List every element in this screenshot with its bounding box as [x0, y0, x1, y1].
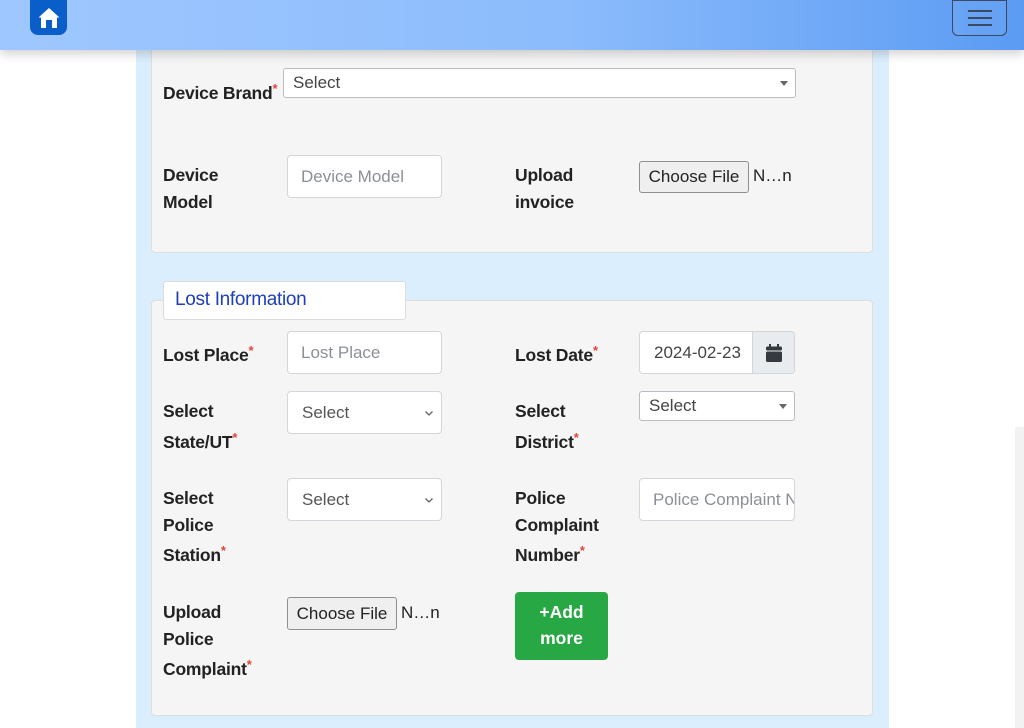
lost-place-label: Lost Place*	[163, 343, 254, 365]
device-model-label: Device Model	[163, 165, 219, 212]
district-select-value: Select	[649, 396, 697, 415]
dropdown-caret-icon	[779, 404, 787, 409]
police-complaint-number-label: Police Complaint Number*	[515, 488, 599, 565]
state-select-value: Select	[302, 402, 350, 422]
upload-invoice-choose-file-button[interactable]: Choose File	[639, 161, 749, 193]
select-police-station-label: Select Police Station*	[163, 488, 226, 565]
home-icon	[38, 7, 59, 28]
calendar-icon	[766, 343, 782, 362]
device-brand-select-value: Select	[293, 73, 341, 92]
lost-date-label: Lost Date*	[515, 343, 598, 365]
lost-place-input[interactable]: Lost Place	[287, 331, 442, 374]
district-select[interactable]: Select	[639, 391, 795, 421]
add-more-button[interactable]: +Add more	[515, 592, 608, 660]
upload-invoice-label: Upload invoice	[515, 165, 574, 212]
police-complaint-number-input[interactable]: Police Complaint Number	[639, 478, 795, 521]
lost-information-legend: Lost Information	[163, 281, 406, 320]
upload-invoice-file-name: N…n	[753, 166, 792, 185]
chevron-down-icon	[425, 497, 433, 503]
upload-police-complaint-file-name: N…n	[401, 603, 440, 622]
chevron-down-icon	[425, 410, 433, 416]
home-button[interactable]	[30, 0, 67, 35]
device-brand-select[interactable]: Select	[283, 68, 796, 98]
police-station-select-value: Select	[302, 489, 350, 509]
upload-police-complaint-choose-file-button[interactable]: Choose File	[287, 597, 397, 630]
device-model-input[interactable]: Device Model	[287, 155, 442, 198]
state-select[interactable]: Select	[287, 391, 442, 434]
required-mark: *	[272, 81, 278, 96]
calendar-button[interactable]	[752, 332, 794, 373]
select-district-label: Select District*	[515, 401, 579, 452]
lost-date-input[interactable]: 2024-02-23	[639, 331, 795, 374]
scrollbar-track[interactable]	[1015, 427, 1024, 728]
upload-police-complaint-label: Upload Police Complaint*	[163, 602, 252, 679]
police-station-select[interactable]: Select	[287, 478, 442, 521]
device-brand-label: Device Brand*	[163, 81, 278, 103]
hamburger-menu-icon	[967, 10, 992, 26]
hamburger-menu-button[interactable]	[952, 0, 1007, 36]
lost-date-value: 2024-02-23	[654, 343, 741, 362]
dropdown-caret-icon	[780, 81, 788, 86]
top-navbar	[0, 0, 1024, 50]
select-state-label: Select State/UT*	[163, 401, 238, 452]
